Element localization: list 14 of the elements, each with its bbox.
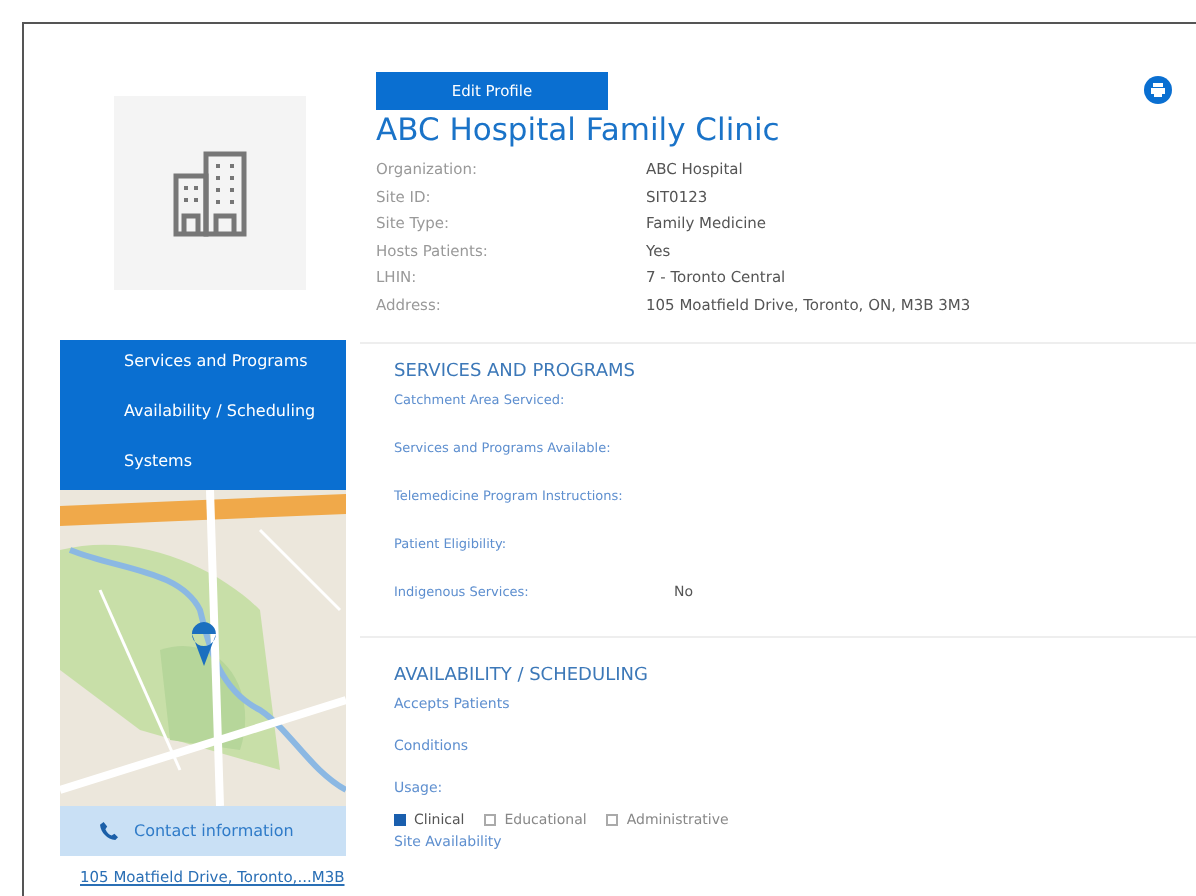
nav-item[interactable]: Systems xyxy=(60,440,346,490)
building-icon xyxy=(172,149,248,237)
contact-bar[interactable]: Contact information xyxy=(60,806,346,856)
clinic-title: ABC Hospital Family Clinic xyxy=(376,112,782,148)
print-icon[interactable] xyxy=(1144,76,1172,104)
phone-icon xyxy=(100,822,118,840)
nav-item[interactable]: Services and Programs xyxy=(60,340,346,390)
section-heading: SERVICES AND PROGRAMS xyxy=(394,362,637,382)
contact-label: Contact information xyxy=(134,822,294,840)
checkbox[interactable] xyxy=(606,814,619,826)
checkbox[interactable] xyxy=(484,814,497,826)
checkbox[interactable] xyxy=(394,814,406,826)
nav-item[interactable]: Availability / Scheduling xyxy=(60,390,346,440)
section-heading: AVAILABILITY / SCHEDULING xyxy=(394,666,650,686)
